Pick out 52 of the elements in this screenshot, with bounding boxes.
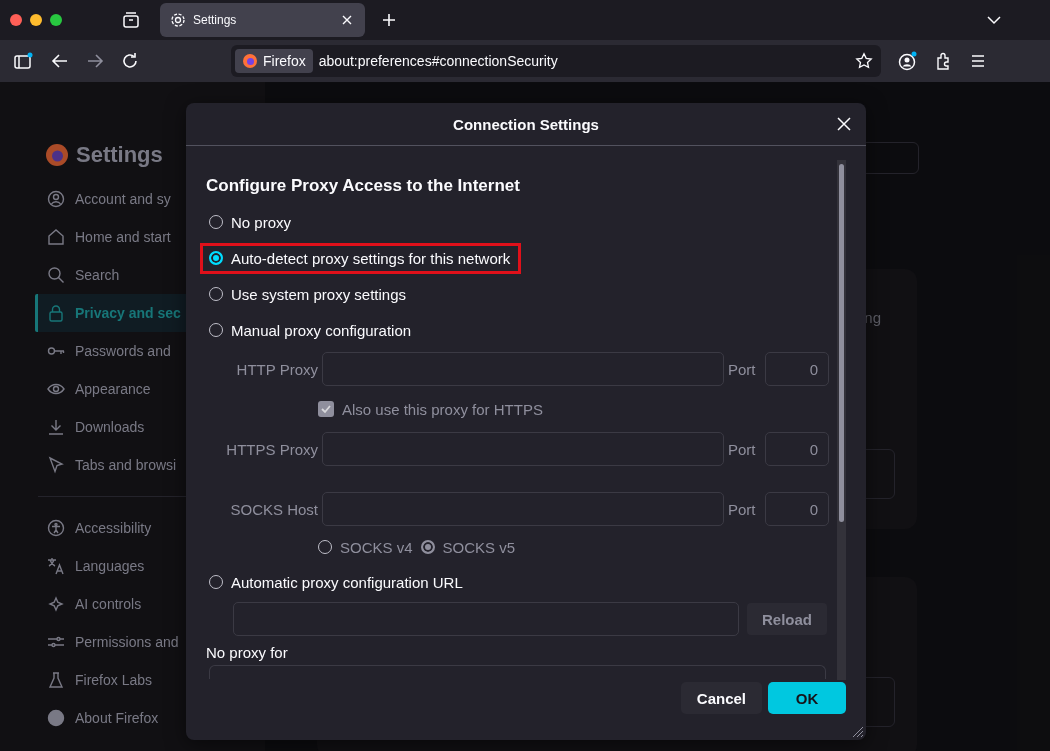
field-label: Port (728, 500, 757, 518)
radio-option[interactable]: No proxy (200, 206, 303, 238)
close-icon[interactable] (836, 116, 852, 132)
translate-icon (47, 557, 65, 575)
settings-icon (170, 12, 186, 28)
field-label: No proxy for (206, 644, 289, 661)
close-window-button[interactable] (10, 14, 22, 26)
checkmark-icon (320, 403, 332, 415)
resize-grip-icon[interactable] (850, 724, 864, 738)
sidebar-item[interactable]: Firefox Labs (35, 661, 265, 699)
star-icon[interactable] (855, 52, 873, 70)
tab-title: Settings (193, 13, 238, 27)
field-label: HTTP Proxy (235, 360, 318, 378)
menu-icon[interactable] (970, 53, 986, 69)
forward-icon[interactable] (86, 52, 104, 70)
sidebar-icon[interactable] (14, 52, 34, 70)
radio-option[interactable]: Automatic proxy configuration URL (200, 566, 474, 598)
close-icon[interactable] (341, 14, 353, 26)
back-icon[interactable] (51, 52, 69, 70)
account-icon[interactable] (898, 51, 918, 71)
accessibility-icon (47, 519, 65, 537)
field-label: Port (728, 360, 757, 378)
cursor-icon (47, 456, 65, 474)
sidebar-item[interactable]: About Firefox (35, 699, 265, 737)
download-icon (47, 418, 65, 436)
settings-title: Settings (76, 142, 163, 168)
search-icon (47, 266, 65, 284)
scrollbar-thumb[interactable] (839, 164, 844, 522)
tab-overview-icon[interactable] (122, 11, 140, 29)
section-heading: Configure Proxy Access to the Internet (206, 176, 521, 196)
lock-icon (47, 304, 65, 322)
field-label: Port (728, 440, 757, 458)
identity-button[interactable]: Firefox (235, 49, 313, 73)
zoom-window-button[interactable] (50, 14, 62, 26)
reload-button[interactable]: Reload (747, 603, 827, 635)
browser-tab[interactable]: Settings (160, 3, 365, 37)
ok-button[interactable]: OK (768, 682, 846, 714)
field-label: SOCKS Host (229, 500, 318, 518)
new-tab-icon[interactable] (381, 12, 397, 28)
flask-icon (47, 671, 65, 689)
minimize-window-button[interactable] (30, 14, 42, 26)
radio-option[interactable]: Auto-detect proxy settings for this network (200, 242, 522, 274)
radio-button[interactable] (209, 251, 223, 265)
home-icon (47, 228, 65, 246)
person-icon (47, 190, 65, 208)
input-field[interactable] (233, 602, 739, 636)
url-text: about:preferences#connectionSecurity (318, 53, 558, 69)
dialog-title: Connection Settings (453, 115, 599, 133)
sparkle-icon (47, 595, 65, 613)
address-bar[interactable]: Firefox about:preferences#connectionSecurity (231, 45, 881, 77)
reload-icon[interactable] (121, 52, 139, 70)
cancel-button[interactable]: Cancel (680, 682, 762, 714)
